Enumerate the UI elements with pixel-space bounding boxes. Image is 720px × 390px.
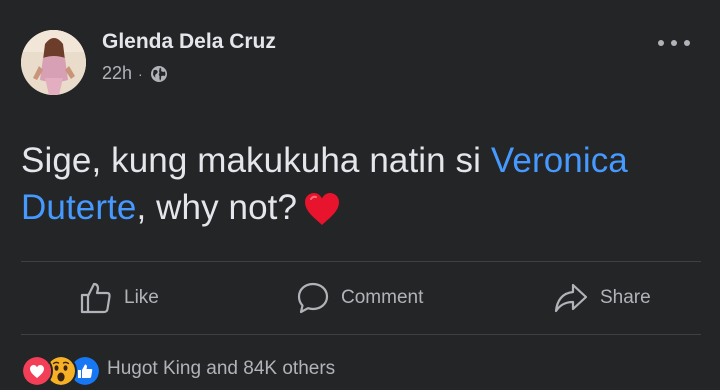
author-name[interactable]: Glenda Dela Cruz xyxy=(102,30,276,54)
post-text: Sige, kung makukuha natin si Veronica Du… xyxy=(21,137,691,231)
more-options-icon-dot xyxy=(658,40,664,46)
share-label: Share xyxy=(600,287,651,308)
like-label: Like xyxy=(124,287,159,308)
more-options-icon-dot xyxy=(671,40,677,46)
share-button[interactable]: Share xyxy=(553,280,651,316)
reactions-summary[interactable]: Hugot King and 84K others xyxy=(107,358,335,380)
post-text-after: , why not? xyxy=(136,188,298,227)
comment-icon xyxy=(297,282,329,314)
post-time[interactable]: 22h xyxy=(102,63,132,84)
comment-label: Comment xyxy=(341,287,424,308)
more-options-icon-dot xyxy=(684,40,690,46)
post-meta: 22h · xyxy=(102,63,168,84)
like-button[interactable]: Like xyxy=(79,280,159,316)
globe-icon[interactable] xyxy=(150,65,168,83)
more-options-button[interactable] xyxy=(658,33,690,53)
divider xyxy=(21,334,701,335)
post-header: Glenda Dela Cruz 22h · xyxy=(0,0,720,110)
reactions-row[interactable]: Hugot King and 84K others xyxy=(21,352,335,387)
avatar-image xyxy=(21,30,86,95)
thumbs-up-icon xyxy=(80,282,111,314)
reaction-icons xyxy=(21,354,101,387)
comment-button[interactable]: Comment xyxy=(296,280,423,316)
red-heart-icon xyxy=(305,193,340,225)
share-icon xyxy=(554,283,588,313)
love-reaction-icon xyxy=(21,355,53,387)
meta-separator: · xyxy=(138,65,143,82)
post-text-before: Sige, kung makukuha natin si xyxy=(21,141,491,180)
action-bar: Like Comment Share xyxy=(0,262,720,334)
avatar[interactable] xyxy=(21,30,86,95)
